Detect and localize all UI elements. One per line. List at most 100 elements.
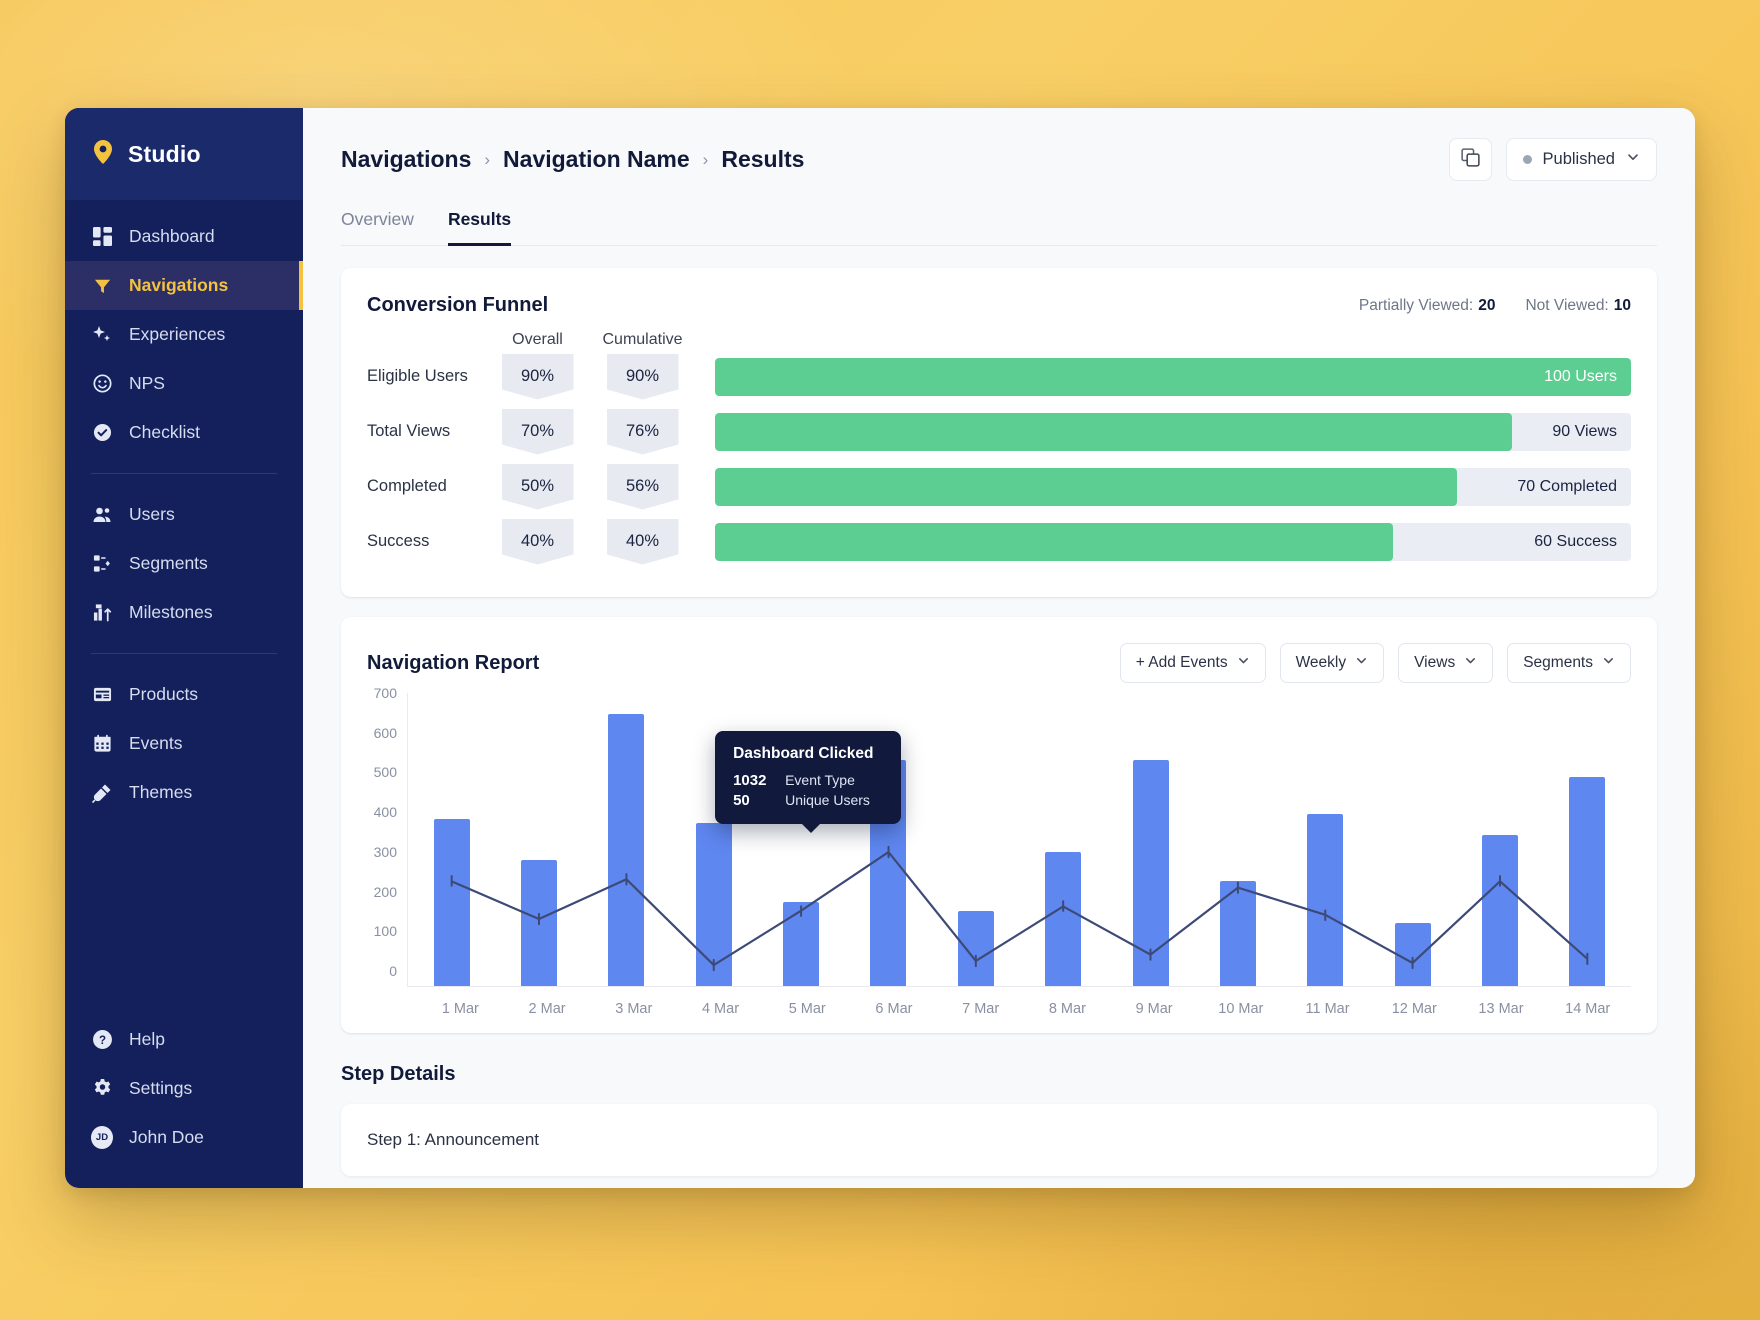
conversion-funnel-title: Conversion Funnel: [367, 294, 548, 317]
funnel-cumulative-cell: 56%: [590, 464, 695, 510]
stat-partially-viewed: Partially Viewed:20: [1359, 297, 1496, 315]
metric-label: Views: [1414, 654, 1455, 672]
sidebar-item-settings[interactable]: Settings: [65, 1064, 303, 1113]
sidebar-item-label: Milestones: [129, 602, 213, 623]
chart-x-tick: 14 Mar: [1544, 1001, 1631, 1017]
sidebar-item-dashboard[interactable]: Dashboard: [65, 212, 303, 261]
funnel-bar-track: 70 Completed: [715, 468, 1631, 506]
sidebar-item-label: Themes: [129, 782, 192, 803]
topbar: Navigations › Navigation Name › Results …: [303, 108, 1695, 246]
sidebar-divider-2: [91, 653, 277, 654]
period-label: Weekly: [1296, 654, 1347, 672]
segments-dropdown[interactable]: Segments: [1507, 643, 1631, 683]
step-details-title: Step Details: [341, 1063, 1657, 1086]
period-dropdown[interactable]: Weekly: [1280, 643, 1385, 683]
publish-status-dropdown[interactable]: Published: [1506, 138, 1657, 181]
funnel-column-headers: Overall Cumulative: [367, 331, 1631, 349]
chart-y-tick: 500: [374, 764, 397, 780]
svg-text:?: ?: [98, 1035, 105, 1047]
funnel-overall-cell: 70%: [485, 409, 590, 455]
breadcrumb-item-results: Results: [721, 146, 804, 173]
chart-line-series: [408, 693, 1631, 986]
funnel-cumulative-cell: 40%: [590, 519, 695, 565]
segments-icon: [91, 553, 113, 575]
chart-line-path: [452, 852, 1588, 965]
check-circle-icon: [91, 422, 113, 444]
funnel-cumulative-value: 90%: [607, 354, 679, 400]
chart-x-tick: 13 Mar: [1458, 1001, 1545, 1017]
sidebar-item-help[interactable]: ? Help: [65, 1015, 303, 1064]
funnel-bar-track: 100 Users: [715, 358, 1631, 396]
breadcrumb-item-navigation-name[interactable]: Navigation Name: [503, 146, 690, 173]
sidebar-item-label: NPS: [129, 373, 165, 394]
chart-x-tick: 12 Mar: [1371, 1001, 1458, 1017]
sidebar-item-navigations[interactable]: Navigations: [65, 261, 303, 310]
metric-dropdown[interactable]: Views: [1398, 643, 1493, 683]
status-dot-icon: [1523, 155, 1532, 164]
location-pin-icon: [91, 139, 115, 170]
funnel-overall-cell: 90%: [485, 354, 590, 400]
sidebar-item-events[interactable]: Events: [65, 719, 303, 768]
chart-y-tick: 600: [374, 725, 397, 741]
sidebar-item-products[interactable]: Products: [65, 670, 303, 719]
funnel-overall-value: 70%: [502, 409, 574, 455]
brand[interactable]: Studio: [65, 108, 303, 200]
add-events-dropdown[interactable]: + Add Events: [1120, 643, 1266, 683]
users-icon: [91, 504, 113, 526]
content-scroll: Conversion Funnel Partially Viewed:20 No…: [303, 246, 1695, 1188]
funnel-row: Total Views 70% 76% 90 Views: [367, 404, 1631, 459]
funnel-row-label: Completed: [367, 477, 485, 496]
sidebar-item-milestones[interactable]: Milestones: [65, 588, 303, 637]
sidebar-item-label: Dashboard: [129, 226, 215, 247]
tab-results[interactable]: Results: [448, 209, 511, 246]
sidebar-item-checklist[interactable]: Checklist: [65, 408, 303, 457]
sidebar-item-label: Checklist: [129, 422, 200, 443]
chart-y-tick: 200: [374, 884, 397, 900]
smiley-icon: [91, 373, 113, 395]
add-events-label: + Add Events: [1136, 654, 1228, 672]
funnel-col-cumulative: Cumulative: [590, 331, 695, 349]
sidebar-item-themes[interactable]: Themes: [65, 768, 303, 817]
navigation-report-card: Navigation Report + Add Events Weekly Vi…: [341, 617, 1657, 1033]
chart-x-tick: 5 Mar: [764, 1001, 851, 1017]
sidebar-item-experiences[interactable]: Experiences: [65, 310, 303, 359]
products-icon: [91, 684, 113, 706]
chevron-down-icon: [1626, 150, 1640, 169]
sidebar-item-label: Navigations: [129, 275, 228, 296]
funnel-row: Success40%40%60 Success: [367, 514, 1631, 569]
funnel-overall-value: 40%: [502, 519, 574, 565]
chart-x-tick: 1 Mar: [417, 1001, 504, 1017]
sidebar-item-user[interactable]: JD John Doe: [65, 1113, 303, 1162]
funnel-bar-track: 90 Views: [715, 413, 1631, 451]
funnel-bar-fill: [715, 358, 1631, 396]
step-item[interactable]: Step 1: Announcement: [341, 1104, 1657, 1176]
copy-button[interactable]: [1449, 138, 1492, 181]
chart-x-axis: 1 Mar2 Mar3 Mar4 Mar5 Mar6 Mar7 Mar8 Mar…: [417, 1001, 1631, 1017]
tab-overview[interactable]: Overview: [341, 209, 414, 246]
sidebar-item-nps[interactable]: NPS: [65, 359, 303, 408]
app-window: Studio Dashboard Navigations Experiences: [65, 108, 1695, 1188]
funnel-overall-cell: 40%: [485, 519, 590, 565]
tab-bar: Overview Results: [341, 209, 1657, 246]
chart-y-tick: 0: [389, 963, 397, 979]
sidebar-item-users[interactable]: Users: [65, 490, 303, 539]
sidebar-tertiary-group: Products Events Themes: [65, 670, 303, 817]
step-item-label: Step 1: Announcement: [367, 1130, 539, 1149]
chart-x-tick: 11 Mar: [1284, 1001, 1371, 1017]
funnel-cumulative-cell: 76%: [590, 409, 695, 455]
step-details-section: Step Details Step 1: Announcement: [341, 1053, 1657, 1176]
chart-y-tick: 400: [374, 804, 397, 820]
funnel-stats: Partially Viewed:20 Not Viewed:10: [1359, 297, 1631, 315]
grid-icon: [91, 226, 113, 248]
sidebar-item-segments[interactable]: Segments: [65, 539, 303, 588]
navigation-report-title: Navigation Report: [367, 652, 539, 675]
stat-value: 10: [1614, 297, 1631, 314]
sidebar-item-label: Help: [129, 1029, 165, 1050]
sidebar-secondary-group: Users Segments Milestones: [65, 490, 303, 637]
chart-x-tick: 2 Mar: [504, 1001, 591, 1017]
funnel-row-label: Total Views: [367, 422, 485, 441]
breadcrumb-item-navigations[interactable]: Navigations: [341, 146, 471, 173]
chevron-down-icon: [1237, 654, 1250, 672]
question-circle-icon: ?: [91, 1029, 113, 1051]
milestones-icon: [91, 602, 113, 624]
